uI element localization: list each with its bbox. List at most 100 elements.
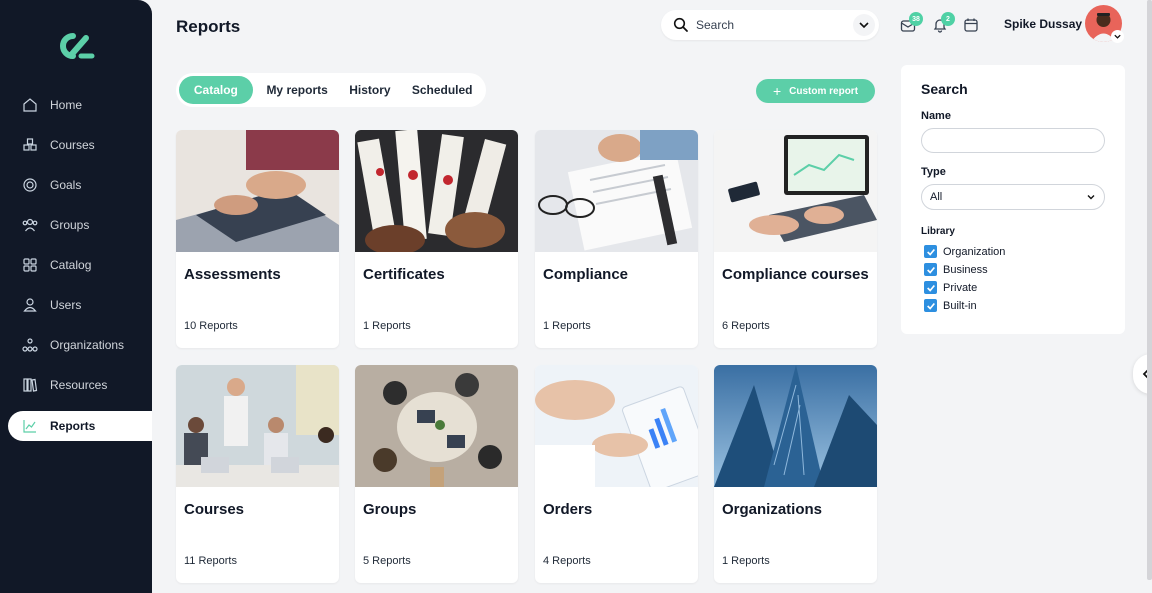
- courses-image: [176, 365, 339, 487]
- sidebar-item-label: Resources: [50, 378, 108, 392]
- sidebar-item-organizations[interactable]: Organizations: [8, 330, 152, 360]
- library-option-organization[interactable]: Organization: [924, 245, 1005, 258]
- sidebar-item-catalog[interactable]: Catalog: [8, 250, 152, 280]
- report-card-compliance[interactable]: Compliance 1 Reports: [535, 130, 698, 348]
- sidebar-item-resources[interactable]: Resources: [8, 370, 152, 400]
- home-icon: [22, 97, 38, 113]
- sidebar-item-groups[interactable]: Groups: [8, 210, 152, 240]
- tab-my-reports[interactable]: My reports: [253, 76, 342, 104]
- sidebar: Home Courses Goals Groups Catalog Users …: [0, 0, 152, 593]
- type-select[interactable]: All: [921, 184, 1105, 210]
- reports-icon: [22, 418, 38, 434]
- users-icon: [22, 297, 38, 313]
- sidebar-item-label: Goals: [50, 178, 82, 192]
- library-option-label: Private: [943, 281, 978, 294]
- name-label: Name: [921, 110, 951, 122]
- brand-logo[interactable]: [56, 32, 96, 60]
- compliance-courses-image: [714, 130, 877, 252]
- report-card-certificates[interactable]: Certificates 1 Reports: [355, 130, 518, 348]
- calendar-icon[interactable]: [963, 17, 979, 33]
- groups-icon: [22, 217, 38, 233]
- card-count: 11 Reports: [184, 555, 237, 567]
- compliance-image: [535, 130, 698, 252]
- report-card-orders[interactable]: Orders 4 Reports: [535, 365, 698, 583]
- card-count: 1 Reports: [722, 555, 770, 567]
- card-title: Organizations: [722, 501, 823, 518]
- panel-title: Search: [921, 81, 968, 97]
- notifications-badge: 2: [941, 12, 955, 26]
- name-field[interactable]: [921, 128, 1105, 153]
- tab-scheduled[interactable]: Scheduled: [398, 76, 486, 104]
- library-option-business[interactable]: Business: [924, 263, 988, 276]
- organizations-image: [714, 365, 877, 487]
- search-filter-panel: Search Name Type All Library Organizatio…: [901, 65, 1125, 334]
- library-option-built-in[interactable]: Built-in: [924, 299, 977, 312]
- tab-history[interactable]: History: [341, 76, 398, 104]
- library-option-private[interactable]: Private: [924, 281, 977, 294]
- checkbox-checked-icon[interactable]: [924, 245, 937, 258]
- sidebar-item-users[interactable]: Users: [8, 290, 152, 320]
- certificates-image: [355, 130, 518, 252]
- library-option-label: Organization: [943, 245, 1006, 258]
- sidebar-item-label: Courses: [50, 138, 95, 152]
- sidebar-item-home[interactable]: Home: [8, 90, 152, 120]
- global-search[interactable]: [661, 10, 879, 40]
- plus-icon: +: [772, 83, 782, 99]
- sidebar-item-label: Groups: [50, 218, 90, 232]
- card-count: 1 Reports: [363, 320, 411, 332]
- card-title: Compliance: [543, 266, 629, 283]
- card-count: 4 Reports: [543, 555, 591, 567]
- sidebar-item-label: Users: [50, 298, 82, 312]
- resources-icon: [22, 377, 38, 393]
- report-card-organizations[interactable]: Organizations 1 Reports: [714, 365, 877, 583]
- page-title: Reports: [176, 17, 241, 36]
- library-option-label: Built-in: [943, 299, 977, 312]
- card-title: Groups: [363, 501, 417, 518]
- search-icon: [673, 17, 689, 33]
- user-name[interactable]: Spike Dussay: [1004, 17, 1082, 31]
- card-title: Orders: [543, 501, 593, 518]
- sidebar-item-goals[interactable]: Goals: [8, 170, 152, 200]
- sidebar-item-label: Home: [50, 98, 83, 112]
- sidebar-item-label: Organizations: [50, 338, 125, 352]
- report-card-courses[interactable]: Courses 11 Reports: [176, 365, 339, 583]
- orders-image: [535, 365, 698, 487]
- scrollbar[interactable]: [1147, 0, 1152, 580]
- card-count: 1 Reports: [543, 320, 591, 332]
- card-count: 10 Reports: [184, 320, 238, 332]
- checkbox-checked-icon[interactable]: [924, 281, 937, 294]
- organizations-icon: [22, 337, 38, 353]
- catalog-icon: [22, 257, 38, 273]
- card-title: Certificates: [363, 266, 445, 283]
- card-title: Compliance courses: [722, 266, 869, 283]
- chevron-down-icon[interactable]: [853, 14, 875, 36]
- sidebar-item-label: Catalog: [50, 258, 92, 272]
- chevron-down-icon[interactable]: [1111, 30, 1124, 43]
- library-label: Library: [921, 226, 955, 237]
- type-label: Type: [921, 166, 946, 178]
- report-card-compliance-courses[interactable]: Compliance courses 6 Reports: [714, 130, 877, 348]
- sidebar-item-reports[interactable]: Reports: [8, 411, 152, 441]
- tab-catalog[interactable]: Catalog: [179, 76, 253, 104]
- checkbox-checked-icon[interactable]: [924, 263, 937, 276]
- report-card-groups[interactable]: Groups 5 Reports: [355, 365, 518, 583]
- card-title: Courses: [184, 501, 245, 518]
- chevron-down-icon: [1087, 195, 1095, 200]
- library-option-label: Business: [943, 263, 988, 276]
- assessments-image: [176, 130, 339, 252]
- card-count: 5 Reports: [363, 555, 411, 567]
- card-title: Assessments: [184, 266, 281, 283]
- courses-icon: [22, 137, 38, 153]
- type-select-value: All: [930, 191, 943, 203]
- sidebar-item-courses[interactable]: Courses: [8, 130, 152, 160]
- search-input[interactable]: [696, 18, 836, 32]
- report-card-assessments[interactable]: Assessments 10 Reports: [176, 130, 339, 348]
- custom-report-button[interactable]: + Custom report: [756, 79, 875, 103]
- report-tabs: Catalog My reports History Scheduled: [176, 73, 486, 107]
- card-count: 6 Reports: [722, 320, 770, 332]
- sidebar-item-label: Reports: [50, 419, 96, 433]
- messages-badge: 38: [909, 12, 923, 26]
- checkbox-checked-icon[interactable]: [924, 299, 937, 312]
- goals-icon: [22, 177, 38, 193]
- groups-image: [355, 365, 518, 487]
